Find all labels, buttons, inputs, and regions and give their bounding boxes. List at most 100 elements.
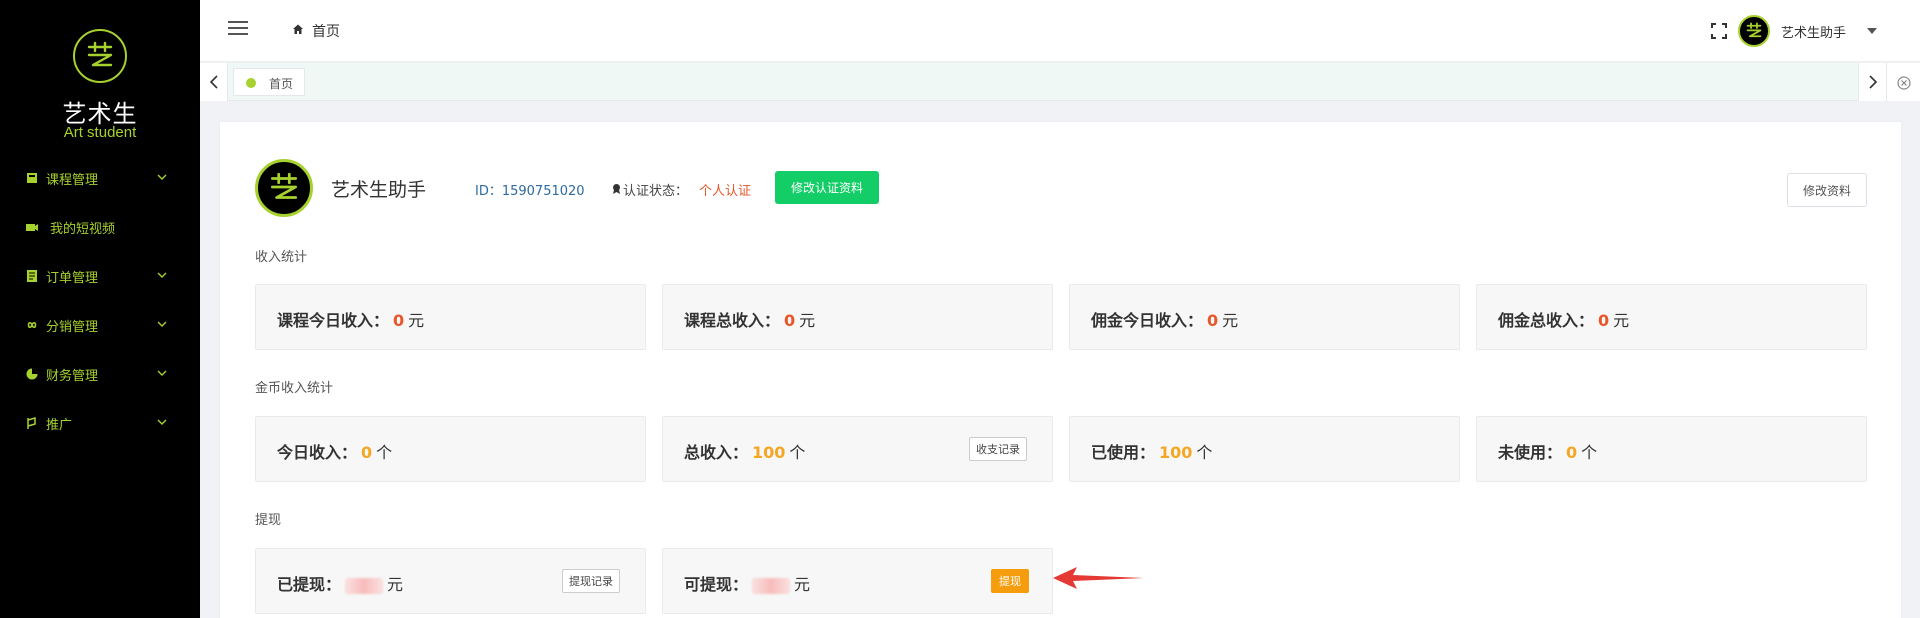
stat-commission-total: 佣金总收入： 0 元 xyxy=(1476,284,1867,350)
stat-label: 已使用： xyxy=(1091,443,1156,462)
stat-unit: 元 xyxy=(794,575,811,594)
stat-unit: 个 xyxy=(376,443,393,462)
home-icon xyxy=(293,24,303,34)
logo-subtitle: Art student xyxy=(63,124,137,141)
tabs-scroll-left[interactable] xyxy=(200,63,228,101)
stat-unit: 个 xyxy=(789,443,806,462)
avatar[interactable] xyxy=(1738,15,1770,47)
stat-coins-used: 已使用： 100 个 xyxy=(1069,416,1460,482)
withdraw-record-button[interactable]: 提现记录 xyxy=(562,569,620,593)
profile-avatar xyxy=(255,159,313,217)
stat-label: 佣金今日收入： xyxy=(1091,311,1204,330)
stat-value: 0 xyxy=(1598,311,1610,330)
logo-emblem-icon xyxy=(270,172,298,199)
dashboard-card: 艺术生助手 ID：1590751020 认证状态： 个人认证 修改认证资料 修改… xyxy=(219,121,1902,618)
stat-course-total: 课程总收入： 0 元 xyxy=(662,284,1053,350)
stat-coins-today: 今日收入： 0 个 xyxy=(255,416,646,482)
withdraw-button[interactable]: 提现 xyxy=(991,569,1029,593)
video-icon xyxy=(26,224,38,231)
sidebar-item-label: 课程管理 xyxy=(46,173,99,188)
stat-commission-today: 佣金今日收入： 0 元 xyxy=(1069,284,1460,350)
profile-id: ID：1590751020 xyxy=(475,184,585,199)
logo: 艺术生 Art student xyxy=(0,0,200,150)
profile-name: 艺术生助手 xyxy=(331,179,427,201)
tabs-scroll-right[interactable] xyxy=(1858,63,1886,101)
chevron-down-icon xyxy=(157,272,167,278)
tabs-bar: 首页 xyxy=(200,63,1920,101)
stat-label: 课程今日收入： xyxy=(277,311,390,330)
sidebar-item-order[interactable]: 订单管理 xyxy=(0,256,200,296)
stat-value: 0 xyxy=(1207,311,1219,330)
coins-section-title: 金币收入统计 xyxy=(255,381,334,396)
close-circle-icon xyxy=(1897,76,1911,90)
stat-withdrawn: 已提现： 元 提现记录 xyxy=(255,548,646,614)
annotation-arrow-icon xyxy=(1053,567,1144,589)
sidebar-item-label: 分销管理 xyxy=(46,320,99,335)
tab-home[interactable]: 首页 xyxy=(233,68,305,96)
stat-label: 未使用： xyxy=(1498,443,1563,462)
stat-unit: 元 xyxy=(387,575,404,594)
logo-emblem-icon xyxy=(1746,22,1762,38)
sidebar-item-finance[interactable]: 财务管理 xyxy=(0,354,200,394)
caret-down-icon[interactable] xyxy=(1867,28,1877,34)
user-name[interactable]: 艺术生助手 xyxy=(1781,22,1846,41)
menu-toggle-icon[interactable] xyxy=(228,20,248,36)
infinity-icon xyxy=(27,322,37,328)
stat-value: 100 xyxy=(1159,443,1193,462)
sidebar-item-label: 财务管理 xyxy=(46,369,99,384)
stat-label: 今日收入： xyxy=(277,443,358,462)
chevron-down-icon xyxy=(157,321,167,327)
sidebar: 艺术生 Art student 课程管理 我的短视频 订单管理 分销管理 财务管… xyxy=(0,0,200,618)
chevron-left-icon xyxy=(209,75,218,89)
chevron-down-icon xyxy=(157,370,167,376)
income-expense-record-button[interactable]: 收支记录 xyxy=(969,437,1027,461)
stat-label: 总收入： xyxy=(684,443,749,462)
redacted-value xyxy=(752,577,791,594)
chevron-down-icon xyxy=(157,419,167,425)
edit-profile-button[interactable]: 修改资料 xyxy=(1787,173,1867,207)
promotion-icon xyxy=(27,417,36,429)
sidebar-item-promotion[interactable]: 推广 xyxy=(0,403,200,443)
stat-unit: 个 xyxy=(1581,443,1598,462)
stat-unit: 元 xyxy=(408,311,425,330)
stat-unit: 元 xyxy=(799,311,816,330)
certificate-icon xyxy=(613,184,620,194)
stat-value: 0 xyxy=(361,443,373,462)
stat-value: 100 xyxy=(752,443,786,462)
stat-value: 0 xyxy=(1566,443,1578,462)
withdraw-section-title: 提现 xyxy=(255,513,282,528)
fullscreen-icon[interactable] xyxy=(1710,22,1728,40)
edit-cert-button[interactable]: 修改认证资料 xyxy=(775,171,879,204)
cert-status-label: 认证状态： xyxy=(623,184,689,199)
stat-value: 0 xyxy=(393,311,405,330)
stat-label: 佣金总收入： xyxy=(1498,311,1595,330)
sidebar-item-label: 我的短视频 xyxy=(50,222,116,237)
book-icon xyxy=(27,173,37,183)
sidebar-item-distribution[interactable]: 分销管理 xyxy=(0,305,200,345)
stat-unit: 元 xyxy=(1613,311,1630,330)
chevron-right-icon xyxy=(1869,75,1878,89)
tab-label: 首页 xyxy=(269,77,294,91)
stat-value: 0 xyxy=(784,311,796,330)
stat-label: 可提现： xyxy=(684,575,749,594)
income-section-title: 收入统计 xyxy=(255,250,308,265)
stat-label: 已提现： xyxy=(277,575,342,594)
sidebar-item-video[interactable]: 我的短视频 xyxy=(0,207,200,247)
stat-unit: 个 xyxy=(1196,443,1213,462)
sidebar-item-label: 推广 xyxy=(46,418,73,433)
stat-coins-total: 总收入： 100 个 收支记录 xyxy=(662,416,1053,482)
breadcrumb[interactable]: 首页 xyxy=(312,21,340,41)
order-icon xyxy=(27,270,37,282)
sidebar-item-course[interactable]: 课程管理 xyxy=(0,158,200,198)
stat-course-today: 课程今日收入： 0 元 xyxy=(255,284,646,350)
sidebar-item-label: 订单管理 xyxy=(46,271,99,286)
stat-withdrawable: 可提现： 元 提现 xyxy=(662,548,1053,614)
close-all-tabs[interactable] xyxy=(1886,63,1920,101)
active-dot xyxy=(246,78,256,88)
redacted-value xyxy=(345,577,384,594)
stat-unit: 元 xyxy=(1222,311,1239,330)
chevron-down-icon xyxy=(157,174,167,180)
top-header: 首页 艺术生助手 xyxy=(200,0,1920,62)
stat-coins-unused: 未使用： 0 个 xyxy=(1476,416,1867,482)
pie-chart-icon xyxy=(26,368,38,380)
